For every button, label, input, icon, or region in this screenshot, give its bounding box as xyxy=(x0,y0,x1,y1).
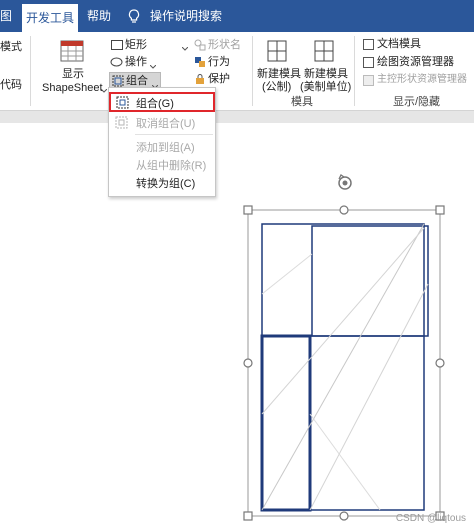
checkbox-box xyxy=(363,75,374,86)
menu-item-add-to-group[interactable]: 添加到组(A) xyxy=(109,136,215,156)
chevron-down-icon xyxy=(149,60,157,72)
stencil-group-label: 模具 xyxy=(291,96,313,108)
group-separator xyxy=(30,36,31,106)
rectangle-label: 矩形 xyxy=(125,39,147,51)
lightbulb-icon[interactable] xyxy=(128,9,140,27)
operation-label: 操作 xyxy=(125,56,147,68)
protect-label: 保护 xyxy=(208,73,230,85)
group-icon xyxy=(116,96,129,112)
group-dropdown-menu: 组合(G) 取消组合(U) 添加到组(A) 从组中删除(R) 转换为组(C) xyxy=(108,87,216,197)
protect-button[interactable]: 保护 xyxy=(194,72,250,86)
new-stencil-us-label-2: (美制单位) xyxy=(300,81,352,93)
group-separator xyxy=(252,36,253,106)
shape-name-label: 形状名 xyxy=(208,39,241,51)
menu-item-label: 转换为组(C) xyxy=(136,178,196,190)
watermark: CSDN @liqtous xyxy=(395,513,466,524)
doc-stencil-label: 文档模具 xyxy=(377,38,421,50)
lock-icon xyxy=(194,73,206,88)
ribbon-left-cut-2[interactable]: 代码 xyxy=(0,78,22,92)
behavior-label: 行为 xyxy=(208,56,230,68)
show-shapesheet-label-2: ShapeSheet xyxy=(42,82,103,94)
menu-item-label: 从组中删除(R) xyxy=(136,160,207,172)
operation-button[interactable]: 操作 xyxy=(110,55,180,69)
drawing-canvas[interactable]: CSDN @liqtous xyxy=(0,124,474,530)
rectangle-icon xyxy=(111,40,123,53)
tab-help[interactable]: 帮助 xyxy=(87,0,111,32)
new-stencil-metric-label-2: (公制) xyxy=(262,81,292,93)
show-hide-group-label: 显示/隐藏 xyxy=(393,96,441,108)
new-stencil-metric-button[interactable]: 新建模具 (公制) xyxy=(256,36,301,93)
ribbon-tab-bar: 图 开发工具 帮助 操作说明搜索 xyxy=(0,0,474,32)
menu-item-convert-to-group[interactable]: 转换为组(C) xyxy=(109,172,215,192)
checkbox-box xyxy=(363,39,374,50)
shape-name-icon xyxy=(194,39,206,54)
menu-item-ungroup[interactable]: 取消组合(U) xyxy=(109,112,215,132)
group-label: 组合 xyxy=(126,75,148,87)
behavior-icon xyxy=(194,56,206,71)
new-stencil-us-label-1: 新建模具 xyxy=(304,68,348,80)
tab-developer[interactable]: 开发工具 xyxy=(22,4,78,32)
drawing-explorer-checkbox[interactable]: 绘图资源管理器 xyxy=(362,55,470,69)
doc-stencil-checkbox[interactable]: 文档模具 xyxy=(362,37,470,51)
tell-me-search[interactable]: 操作说明搜索 xyxy=(150,0,222,32)
show-shapesheet-label-1: 显示 xyxy=(62,68,84,80)
tab-view[interactable]: 图 xyxy=(0,0,12,32)
new-stencil-us-button[interactable]: 新建模具 (美制单位) xyxy=(300,36,351,93)
shapesheet-icon xyxy=(60,40,84,65)
operation-icon xyxy=(110,56,123,71)
drawing-explorer-label: 绘图资源管理器 xyxy=(377,56,454,68)
show-shapesheet-button[interactable]: 显示 ShapeSheet xyxy=(40,36,108,96)
menu-separator xyxy=(135,134,213,135)
stencil-icon xyxy=(314,40,334,65)
checkbox-box xyxy=(363,57,374,68)
menu-item-label: 添加到组(A) xyxy=(136,142,195,154)
master-explorer-checkbox[interactable]: 主控形状资源管理器 xyxy=(362,73,472,87)
menu-item-label: 组合(G) xyxy=(136,98,174,110)
menu-item-remove-from-group[interactable]: 从组中删除(R) xyxy=(109,154,215,174)
master-explorer-label: 主控形状资源管理器 xyxy=(377,74,467,85)
menu-item-group[interactable]: 组合(G) xyxy=(109,92,215,112)
stencil-icon xyxy=(267,40,287,65)
new-stencil-metric-label-1: 新建模具 xyxy=(257,68,301,80)
ribbon-left-cut-1[interactable]: 模式 xyxy=(0,40,22,54)
chevron-down-icon[interactable] xyxy=(181,42,189,54)
rotation-handle-icon[interactable] xyxy=(338,174,352,190)
ribbon-panel: 模式 代码 显示 ShapeSheet 矩形 操作 组合 形状名 行为 保护 新… xyxy=(0,32,474,111)
rectangle-button[interactable]: 矩形 xyxy=(110,38,180,52)
behavior-button[interactable]: 行为 xyxy=(194,55,250,69)
group-shape[interactable] xyxy=(260,223,429,512)
chevron-down-icon xyxy=(100,84,108,96)
shape-name-button[interactable]: 形状名 xyxy=(194,38,250,52)
group-separator xyxy=(354,36,355,106)
ruler-strip xyxy=(0,111,474,123)
ungroup-icon xyxy=(115,116,128,132)
menu-item-label: 取消组合(U) xyxy=(136,118,196,130)
